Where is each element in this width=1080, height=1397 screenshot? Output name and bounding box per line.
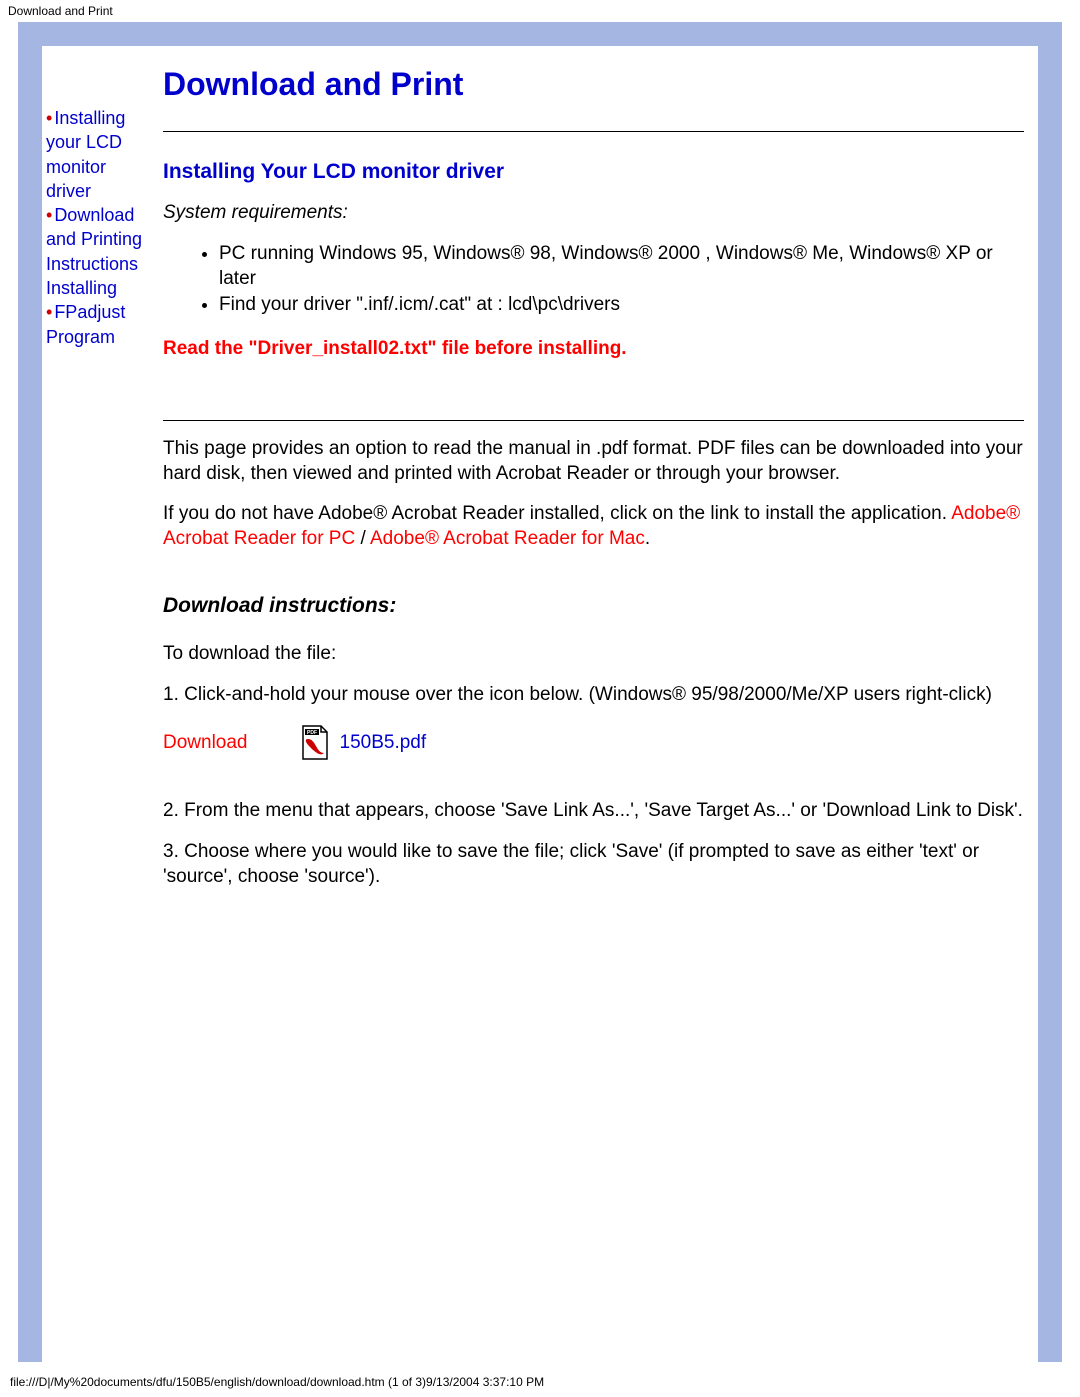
sidebar-link-download-instructions[interactable]: Download and Printing Instructions Insta… <box>46 205 142 298</box>
list-item: PC running Windows 95, Windows® 98, Wind… <box>219 242 1024 291</box>
svg-text:PDF: PDF <box>307 730 317 736</box>
bullet-icon: • <box>46 205 52 225</box>
download-intro: To download the file: <box>163 642 1024 667</box>
main-content: Download and Print Installing Your LCD m… <box>157 46 1038 905</box>
footer-path: file:///D|/My%20documents/dfu/150B5/engl… <box>0 1369 554 1393</box>
sidebar-item-fpadjust: •FPadjust Program <box>46 300 155 349</box>
slash-separator: / <box>355 528 370 549</box>
sidebar-link-install-driver[interactable]: Installing your LCD monitor driver <box>46 108 125 201</box>
download-step-1: 1. Click-and-hold your mouse over the ic… <box>163 683 1024 708</box>
para2-text: If you do not have Adobe® Acrobat Reader… <box>163 503 951 524</box>
intro-paragraph-2: If you do not have Adobe® Acrobat Reader… <box>163 502 1024 551</box>
download-instructions-heading: Download instructions: <box>163 594 1024 618</box>
content-frame: •Installing your LCD monitor driver •Dow… <box>18 22 1062 1362</box>
list-item: Find your driver ".inf/.icm/.cat" at : l… <box>219 293 1024 318</box>
sidebar-link-fpadjust[interactable]: FPadjust Program <box>46 302 125 346</box>
download-step-3: 3. Choose where you would like to save t… <box>163 840 1024 889</box>
sidebar-item-download-instructions: •Download and Printing Instructions Inst… <box>46 203 155 300</box>
sidebar: •Installing your LCD monitor driver •Dow… <box>42 46 157 349</box>
divider <box>163 420 1024 421</box>
intro-paragraph-1: This page provides an option to read the… <box>163 437 1024 486</box>
acrobat-mac-link[interactable]: Adobe® Acrobat Reader for Mac <box>370 528 645 549</box>
download-row: Download PDF 150B5.pdf <box>163 725 1024 761</box>
page-title: Download and Print <box>163 66 1024 103</box>
system-requirements-label: System requirements: <box>163 202 1024 224</box>
period: . <box>645 528 650 549</box>
header-title: Download and Print <box>0 0 1080 22</box>
requirements-list: PC running Windows 95, Windows® 98, Wind… <box>163 242 1024 318</box>
download-label: Download <box>163 732 248 754</box>
download-step-2: 2. From the menu that appears, choose 'S… <box>163 799 1024 824</box>
divider <box>163 131 1024 132</box>
pdf-icon[interactable]: PDF <box>300 725 330 761</box>
install-warning: Read the "Driver_install02.txt" file bef… <box>163 338 1024 360</box>
section-title-install: Installing Your LCD monitor driver <box>163 160 1024 184</box>
bullet-icon: • <box>46 108 52 128</box>
pdf-download-link[interactable]: 150B5.pdf <box>340 732 427 754</box>
sidebar-item-install-driver: •Installing your LCD monitor driver <box>46 106 155 203</box>
bullet-icon: • <box>46 302 52 322</box>
